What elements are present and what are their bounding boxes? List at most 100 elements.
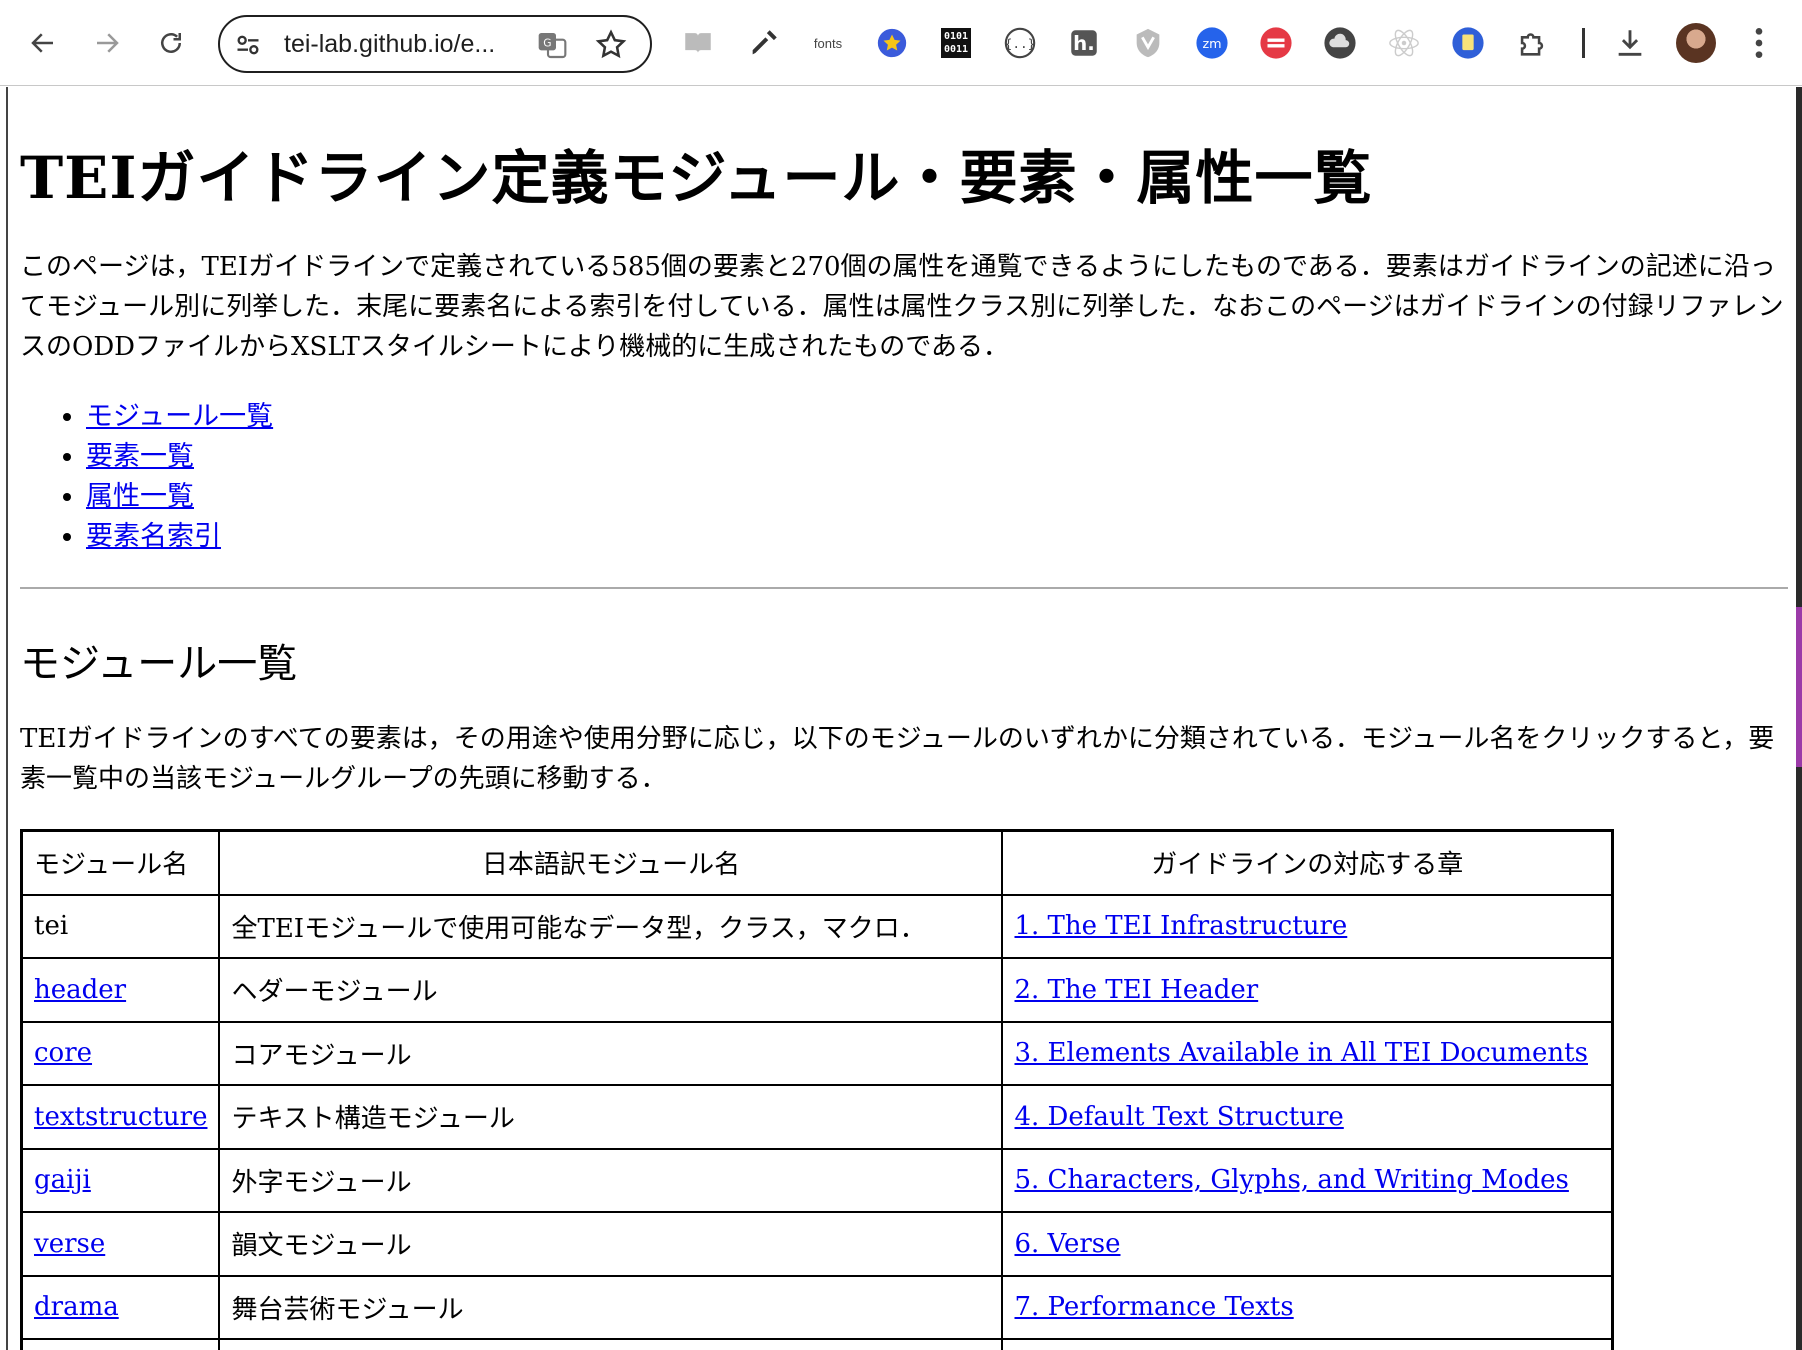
download-icon[interactable] bbox=[1610, 23, 1650, 63]
doc-icon[interactable] bbox=[1448, 23, 1488, 63]
cell-chapter: 1. The TEI Infrastructure bbox=[1003, 896, 1611, 959]
cell-module: tei bbox=[23, 895, 221, 959]
h-icon[interactable]: h. bbox=[1064, 23, 1104, 63]
header-japanese-name: 日本語訳モジュール名 bbox=[220, 832, 1004, 896]
chapter-link[interactable]: 7. Performance Texts bbox=[1014, 1292, 1293, 1322]
shield-icon[interactable] bbox=[1128, 23, 1168, 63]
cell-chapter: 2. The TEI Header bbox=[1003, 959, 1611, 1023]
table-row: header ヘダーモジュール 2. The TEI Header bbox=[23, 959, 1611, 1023]
cell-module: core bbox=[23, 1022, 221, 1086]
cell-japanese-name: 外字モジュール bbox=[220, 1149, 1004, 1213]
profile-avatar[interactable] bbox=[1676, 23, 1716, 63]
table-row: verse 韻文モジュール 6. Verse bbox=[23, 1213, 1611, 1277]
cell-japanese-name: テキスト構造モジュール bbox=[220, 1086, 1004, 1150]
arrow-right-icon bbox=[97, 33, 119, 53]
cell-japanese-name: ヘダーモジュール bbox=[220, 959, 1004, 1023]
cell-chapter: 3. Elements Available in All TEI Documen… bbox=[1003, 1023, 1611, 1086]
binary-bottom: 0011 bbox=[943, 44, 969, 55]
cell-chapter: 5. Characters, Glyphs, and Writing Modes bbox=[1003, 1150, 1611, 1213]
table-row: drama 舞台芸術モジュール 7. Performance Texts bbox=[23, 1276, 1611, 1340]
react-icon[interactable] bbox=[1384, 23, 1424, 63]
reload-icon bbox=[161, 33, 181, 53]
cell-chapter bbox=[1003, 1340, 1611, 1350]
site-settings-icon[interactable] bbox=[234, 31, 262, 59]
back-button[interactable] bbox=[20, 20, 66, 66]
module-name[interactable]: verse bbox=[34, 1229, 105, 1259]
cell-module: drama bbox=[23, 1276, 221, 1340]
table-row: gaiji 外字モジュール 5. Characters, Glyphs, and W… bbox=[23, 1149, 1611, 1213]
edge-marker bbox=[1796, 607, 1802, 767]
url-text[interactable]: tei-lab.github.io/e... bbox=[284, 30, 495, 59]
header-module-name: モジュール名 bbox=[23, 832, 221, 896]
cell-chapter: 4. Default Text Structure bbox=[1003, 1086, 1611, 1150]
modules-heading: モジュール一覧 bbox=[20, 641, 298, 687]
window-edge bbox=[1796, 87, 1802, 1350]
toc-link-element-index[interactable]: 要素名索引 bbox=[86, 521, 221, 552]
modules-description: TEIガイドラインのすべての要素は，その用途や使用分野に応じ，以下のモジュールの… bbox=[20, 724, 1775, 794]
table-row bbox=[23, 1340, 1611, 1350]
star-badge-icon[interactable] bbox=[872, 23, 912, 63]
page-title: TEIガイドライン定義モジュール・要素・属性一覧 bbox=[20, 144, 1373, 212]
zm-extension[interactable]: zm bbox=[1192, 23, 1232, 63]
table-row: tei 全TEIモジュールで使用可能なデータ型，クラス，マクロ． 1. The TE… bbox=[23, 895, 1611, 959]
cell-japanese-name: 舞台芸術モジュール bbox=[220, 1276, 1004, 1340]
cell-module: header bbox=[23, 959, 221, 1023]
module-name: tei bbox=[34, 911, 69, 942]
chapter-link[interactable]: 2. The TEI Header bbox=[1014, 975, 1258, 1005]
browser-toolbar: tei-lab.github.io/e... G fonts 0101 0011… bbox=[0, 0, 1802, 86]
address-bar[interactable]: tei-lab.github.io/e... G bbox=[218, 15, 652, 73]
section-divider bbox=[20, 587, 1788, 589]
cell-japanese-name: コアモジュール bbox=[220, 1022, 1004, 1086]
svg-text:h.: h. bbox=[1073, 32, 1095, 55]
arrow-left-icon bbox=[31, 33, 53, 53]
binary-icon: 0101 0011 bbox=[941, 28, 971, 58]
stripes-icon[interactable] bbox=[1256, 23, 1296, 63]
cell-japanese-name: 全TEIモジュールで使用可能なデータ型，クラス，マクロ． bbox=[220, 895, 1004, 959]
reload-button[interactable] bbox=[148, 20, 194, 66]
kebab-menu-icon[interactable] bbox=[1744, 23, 1774, 63]
fonts-extension[interactable]: fonts bbox=[808, 23, 848, 63]
intro-paragraph: このページは，TEIガイドラインで定義されている585個の要素と270個の属性を… bbox=[20, 252, 1784, 362]
toc-item: 要素名索引 bbox=[86, 517, 273, 557]
svg-text:{..}: {..} bbox=[1005, 37, 1036, 52]
cell-module: textstructure bbox=[23, 1086, 221, 1150]
forward-button[interactable] bbox=[84, 20, 130, 66]
chapter-link[interactable]: 6. Verse bbox=[1014, 1229, 1120, 1259]
module-name[interactable]: gaiji bbox=[34, 1165, 91, 1195]
chapter-link[interactable]: 1. The TEI Infrastructure bbox=[1014, 911, 1347, 941]
toc-link-elements[interactable]: 要素一覧 bbox=[86, 441, 194, 472]
module-name[interactable]: header bbox=[34, 975, 126, 1005]
table-of-contents: モジュール一覧 要素一覧 属性一覧 要素名索引 bbox=[20, 397, 273, 557]
cell-japanese-name bbox=[220, 1340, 1004, 1350]
module-name[interactable]: textstructure bbox=[34, 1102, 207, 1132]
bookmark-star-icon[interactable] bbox=[594, 28, 628, 62]
binary-extension[interactable]: 0101 0011 bbox=[936, 23, 976, 63]
reader-mode-icon[interactable] bbox=[678, 23, 718, 63]
chapter-link[interactable]: 3. Elements Available in All TEI Documen… bbox=[1014, 1038, 1588, 1068]
cell-module bbox=[23, 1340, 221, 1350]
svg-text:G: G bbox=[543, 36, 551, 49]
toc-link-modules[interactable]: モジュール一覧 bbox=[86, 401, 273, 432]
module-name[interactable]: core bbox=[34, 1038, 92, 1068]
zm-label: zm bbox=[1202, 37, 1221, 52]
code-braces-icon[interactable]: {..} bbox=[1000, 23, 1040, 63]
table-row: textstructure テキスト構造モジュール 4. Default Text … bbox=[23, 1086, 1611, 1150]
page-content: TEIガイドライン定義モジュール・要素・属性一覧 このページは，TEIガイドライ… bbox=[6, 87, 1796, 1350]
eyedropper-icon[interactable] bbox=[744, 23, 784, 63]
toc-item: モジュール一覧 bbox=[86, 397, 273, 437]
table-row: core コアモジュール 3. Elements Available in All … bbox=[23, 1022, 1611, 1086]
chapter-link[interactable]: 4. Default Text Structure bbox=[1014, 1102, 1343, 1132]
cell-module: verse bbox=[23, 1213, 221, 1277]
module-name[interactable]: drama bbox=[34, 1292, 119, 1322]
header-chapter: ガイドラインの対応する章 bbox=[1003, 832, 1611, 896]
chapter-link[interactable]: 5. Characters, Glyphs, and Writing Modes bbox=[1014, 1165, 1568, 1195]
toc-link-attributes[interactable]: 属性一覧 bbox=[86, 481, 194, 512]
toc-item: 要素一覧 bbox=[86, 437, 273, 477]
toc-item: 属性一覧 bbox=[86, 477, 273, 517]
table-header-row: モジュール名 日本語訳モジュール名 ガイドラインの対応する章 bbox=[23, 832, 1611, 896]
puzzle-icon[interactable] bbox=[1512, 23, 1552, 63]
binary-top: 0101 bbox=[943, 31, 969, 42]
translate-icon[interactable]: G bbox=[536, 29, 568, 61]
cloud-icon[interactable] bbox=[1320, 23, 1360, 63]
cell-chapter: 6. Verse bbox=[1003, 1213, 1611, 1277]
